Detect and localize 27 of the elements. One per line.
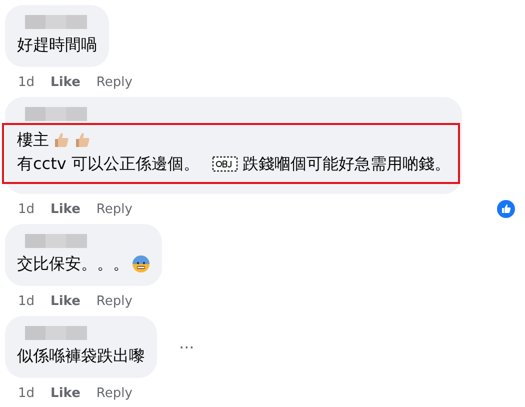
object-placeholder-icon <box>212 156 238 172</box>
comment-text: 似係喺褲袋跌出嚟 <box>17 345 145 367</box>
reply-link[interactable]: Reply <box>96 74 132 90</box>
blurred-name <box>25 326 87 340</box>
timestamp: 1d <box>18 202 35 216</box>
timestamp: 1d <box>18 386 35 400</box>
reply-link[interactable]: Reply <box>96 202 132 216</box>
reply-link[interactable]: Reply <box>96 294 132 308</box>
face-icon <box>132 255 150 273</box>
comment-text: 交比保安。。。 <box>17 253 129 275</box>
like-link[interactable]: Like <box>50 294 80 308</box>
reply-link[interactable]: Reply <box>96 386 132 400</box>
thumbs-up-icon <box>73 131 91 149</box>
like-link[interactable]: Like <box>50 74 80 90</box>
comment-text: 有cctv 可以公正係邊個。 <box>17 153 200 175</box>
like-link[interactable]: Like <box>50 386 80 400</box>
blurred-name <box>25 15 87 29</box>
timestamp: 1d <box>18 294 35 308</box>
more-button[interactable]: ··· <box>179 338 194 356</box>
comment-text: 好趕時間喎 <box>17 34 97 56</box>
blurred-name <box>25 107 87 121</box>
comment-text: 跌錢嗰個可能好急需用啲錢。 <box>242 153 450 175</box>
like-link[interactable]: Like <box>50 202 80 216</box>
comment-text: 樓主 <box>17 129 49 151</box>
timestamp: 1d <box>18 74 35 90</box>
blurred-name <box>25 234 87 248</box>
thumbs-up-icon <box>52 131 70 149</box>
